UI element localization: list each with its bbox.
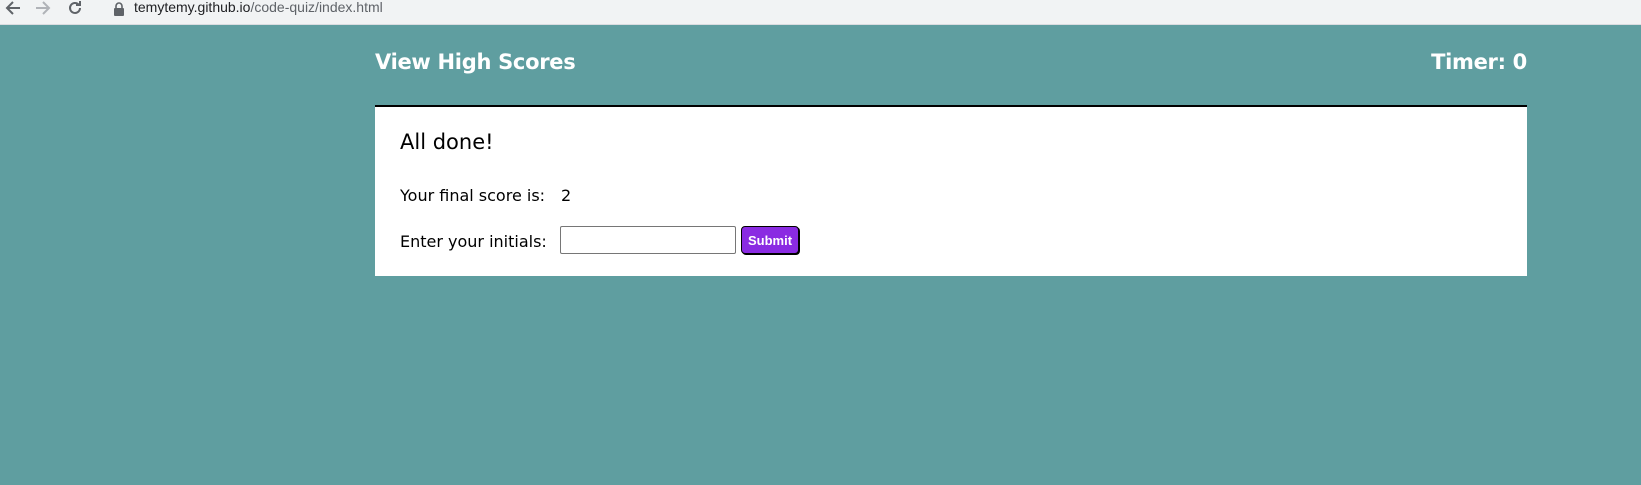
final-score-label: Your final score is: [400,186,546,205]
card-title: All done! [400,130,494,154]
initials-input[interactable] [560,226,736,254]
page-background: View High Scores Timer: 0 All done! Your… [0,25,1641,485]
url-host: temytemy.github.io [134,0,251,15]
forward-arrow-icon[interactable] [34,0,52,16]
browser-toolbar: temytemy.github.io/code-quiz/index.html [0,0,1641,25]
lock-icon [113,1,125,16]
results-card: All done! Your final score is: 2 Enter y… [375,105,1527,276]
final-score-value: 2 [561,186,572,205]
url-text[interactable]: temytemy.github.io/code-quiz/index.html [134,0,383,15]
timer-display: Timer: 0 [1431,50,1527,74]
url-path: /code-quiz/index.html [250,0,383,15]
submit-button[interactable]: Submit [741,226,799,254]
back-arrow-icon[interactable] [4,0,22,16]
reload-icon[interactable] [66,0,84,16]
initials-label: Enter your initials: [400,232,547,251]
view-high-scores-link[interactable]: View High Scores [375,50,576,74]
